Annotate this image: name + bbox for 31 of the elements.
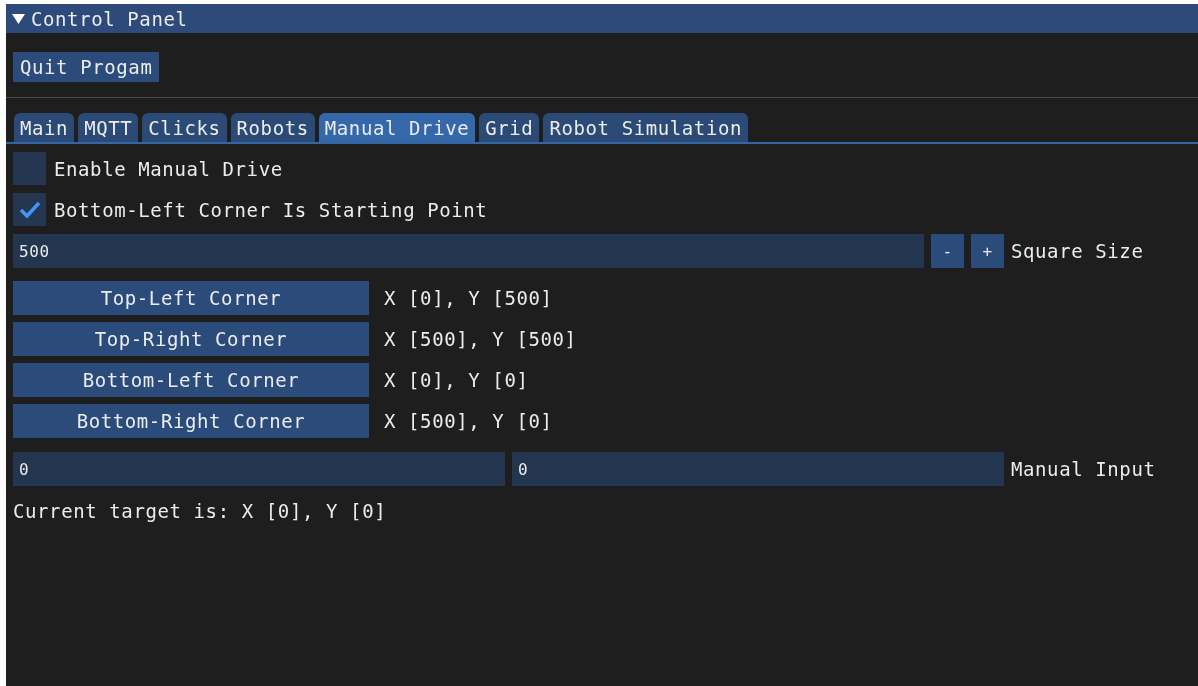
coordinates-text: X [0], Y [500] (384, 287, 553, 309)
manual-input-field[interactable]: 0 (512, 452, 1004, 486)
coordinates-text: X [500], Y [0] (384, 410, 553, 432)
decrement-button[interactable]: - (931, 234, 964, 268)
corner-button[interactable]: Bottom-Left Corner (13, 363, 369, 397)
quit-button[interactable]: Quit Progam (13, 52, 160, 82)
tab[interactable]: Robots (230, 113, 315, 142)
increment-button[interactable]: + (971, 234, 1004, 268)
tab[interactable]: Manual Drive (318, 113, 476, 142)
field-label: Square Size (1011, 240, 1144, 262)
tab[interactable]: MQTT (78, 113, 139, 142)
coordinates-text: X [500], Y [500] (384, 328, 577, 350)
checkbox[interactable] (13, 152, 46, 185)
corner-button[interactable]: Top-Left Corner (13, 281, 369, 315)
corner-button[interactable]: Top-Right Corner (13, 322, 369, 356)
tab[interactable]: Grid (479, 113, 540, 142)
checkbox-label: Enable Manual Drive (54, 157, 283, 180)
window-title: Control Panel (31, 7, 188, 30)
manual-input-field[interactable]: 0 (13, 452, 505, 486)
field-label: Manual Input (1011, 458, 1156, 480)
checkmark-icon (18, 200, 41, 219)
corner-button[interactable]: Bottom-Right Corner (13, 404, 369, 438)
checkbox-label: Bottom-Left Corner Is Starting Point (54, 198, 488, 221)
collapse-icon[interactable] (12, 12, 25, 25)
tab[interactable]: Robot Simulation (543, 113, 749, 142)
tab[interactable]: Clicks (142, 113, 227, 142)
coordinates-text: X [0], Y [0] (384, 369, 529, 391)
tab[interactable]: Main (14, 113, 75, 142)
square-size-field[interactable]: 500 (13, 234, 924, 268)
checkbox[interactable] (13, 193, 46, 226)
status-text: Current target is: X [0], Y [0] (13, 500, 387, 522)
